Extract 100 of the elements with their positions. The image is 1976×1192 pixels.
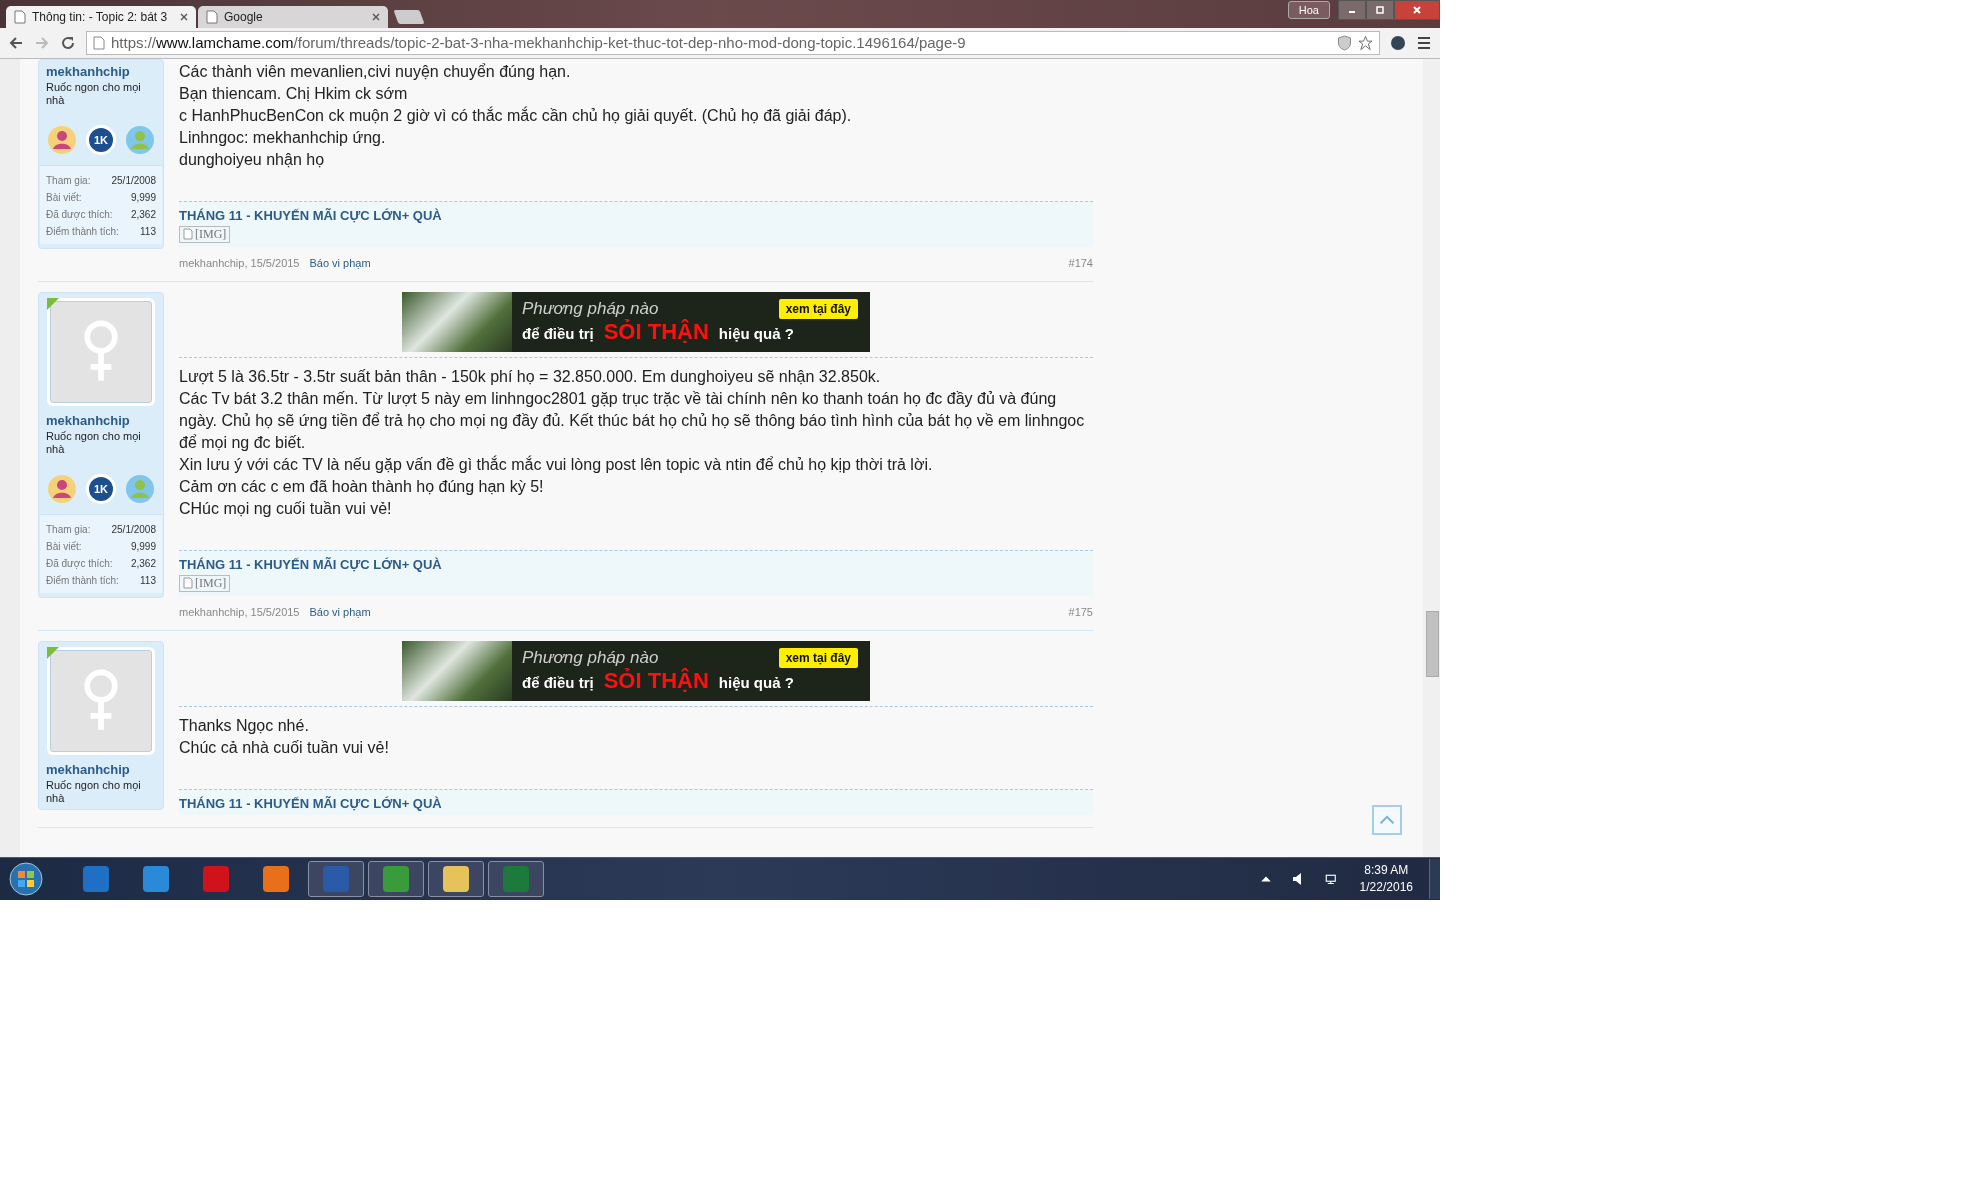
stat-value: 113 (140, 574, 156, 589)
app-icon (263, 866, 289, 892)
close-icon (1412, 5, 1422, 15)
post-author-date[interactable]: mekhanhchip, 15/5/2015 (179, 256, 300, 269)
broken-image-icon (183, 577, 193, 590)
message-text: Chúc cả nhà cuối tuần vui vẻ! (179, 737, 390, 758)
taskbar-clock[interactable]: 8:39 AM 1/22/2016 (1347, 862, 1425, 896)
page-icon (206, 9, 218, 24)
post-number-link[interactable]: #175 (1068, 605, 1093, 618)
browser-tab[interactable]: Thông tin: - Topic 2: bát 3 (6, 5, 196, 28)
taskbar-app-button[interactable] (308, 861, 364, 897)
app-icon (203, 866, 229, 892)
message-text: CHúc mọi ng cuối tuần vui vẻ! (179, 498, 393, 519)
chevron-up-icon (1379, 815, 1395, 826)
person-badge-icon (47, 125, 78, 156)
maximize-button[interactable] (1366, 0, 1394, 20)
username-link[interactable]: mekhanhchip (39, 757, 163, 777)
app-icon (503, 866, 529, 892)
close-button[interactable] (1394, 0, 1440, 20)
stat-label: Điểm thành tích: (46, 225, 119, 240)
taskbar-app-button[interactable] (488, 861, 544, 897)
page-icon (93, 35, 105, 50)
reload-icon[interactable] (60, 34, 76, 51)
stat-label: Đã được thích: (46, 557, 113, 572)
stat-label: Đã được thích: (46, 208, 113, 223)
network-icon[interactable] (1323, 872, 1336, 886)
stat-label: Bài viết: (46, 191, 82, 206)
app-icon (143, 866, 169, 892)
advert-text: hiệu quả ? (718, 673, 794, 691)
app-icon (323, 866, 349, 892)
browser-tab[interactable]: Google (198, 5, 388, 28)
advert-button[interactable]: xem tại đây (778, 298, 858, 319)
stat-value: 9,999 (130, 191, 156, 206)
speaker-icon[interactable] (1291, 872, 1304, 886)
advert-button[interactable]: xem tại đây (778, 647, 858, 668)
stat-label: Bài viết: (46, 540, 82, 555)
stat-value: 9,999 (130, 540, 156, 555)
post-author-date[interactable]: mekhanhchip, 15/5/2015 (179, 605, 300, 618)
report-link[interactable]: Báo vi phạm (309, 256, 371, 269)
advert-headline: SỎI THẬN (603, 667, 709, 694)
advert-text: để điều trị (522, 324, 594, 342)
message-text: Thanks Ngọc nhé. (179, 715, 310, 736)
stat-value: 25/1/2008 (111, 523, 156, 538)
profile-button[interactable]: Hoa (1287, 1, 1330, 19)
stat-value: 2,362 (130, 208, 156, 223)
person-badge-icon (124, 125, 155, 156)
advert-text: Phương pháp nào (522, 647, 659, 668)
count-badge: 1K (86, 125, 116, 156)
user-title: Ruốc ngon cho mọi nhà (45, 79, 142, 108)
advert-text: Phương pháp nào (522, 298, 659, 319)
online-corner-icon (47, 297, 59, 310)
person-badge-icon (124, 474, 155, 505)
user-title: Ruốc ngon cho mọi nhà (45, 428, 142, 457)
signature-link[interactable]: THÁNG 11 - KHUYẾN MÃI CỰC LỚN+ QUÀ (179, 207, 1093, 223)
stat-label: Tham gia: (46, 174, 91, 189)
user-title: Ruốc ngon cho mọi nhà (45, 777, 142, 806)
menu-icon[interactable] (1416, 34, 1432, 51)
advert-text: để điều trị (522, 673, 594, 691)
username-link[interactable]: mekhanhchip (39, 59, 163, 79)
scrollbar[interactable] (1423, 58, 1440, 858)
stat-value: 2,362 (130, 557, 156, 572)
message-text: Các Tv bát 3.2 thân mến. Từ lượt 5 này em linhngoc2801 gặp trục trặc về tài chính nên ko thanh toán họ đc đầy đủ và đúng ngày. Chủ họ sẽ ứng tiền để trả họ cho mọi ng đầy đủ. Kết thúc bát họ chủ họ sẽ thông báo tình hình của bát họ về em linhngoc để mọi ng đc biết. (179, 388, 1086, 453)
advert-banner[interactable]: Phương pháp nào xem tại đây để điều trị SỎI THẬN hiệu quả ? (402, 291, 870, 352)
start-button[interactable] (8, 861, 44, 897)
message-text: Bạn thiencam. Chị Hkim ck sớm (179, 83, 409, 104)
message-text: dunghoiyeu nhận họ (179, 149, 326, 170)
message-text: Linhngoc: mekhanhchip ứng. (179, 127, 387, 148)
back-arrow-icon[interactable] (8, 34, 24, 51)
message-text: Lượt 5 là 36.5tr - 3.5tr suất bản thân - 150k phí họ = 32.850.000. Em dunghoiyeu sẽ nhận 32.850k. (179, 366, 882, 387)
advert-text: hiệu quả ? (718, 324, 794, 342)
close-icon[interactable] (180, 12, 188, 21)
app-icon (383, 866, 409, 892)
stat-value: 113 (140, 225, 156, 240)
close-icon[interactable] (372, 12, 380, 21)
stat-value: 25/1/2008 (111, 174, 156, 189)
image-alt-text: [IMG] (195, 226, 227, 242)
report-link[interactable]: Báo vi phạm (309, 605, 371, 618)
scrollbar-thumb[interactable] (1426, 610, 1439, 677)
online-corner-icon (47, 646, 59, 659)
address-bar[interactable]: https://www.lamchame.com/forum/threads/topic-2-bat-3-nha-mekhanhchip-ket-thuc-tot-dep-nho-mod-dong-topic.1496164/page-9 (86, 30, 1380, 55)
taskbar-app-button[interactable] (428, 861, 484, 897)
post-number-link[interactable]: #174 (1068, 256, 1093, 269)
message-text: Cảm ơn các c em đã hoàn thành họ đúng hạn kỳ 5! (179, 476, 545, 497)
message-text: Các thành viên mevanlien,civi nuyện chuyển đúng hạn. (179, 61, 572, 82)
signature-link[interactable]: THÁNG 11 - KHUYẾN MÃI CỰC LỚN+ QUÀ (179, 795, 1093, 811)
message-text: c HanhPhucBenCon ck muộn 2 giờ vì có thắc mắc cần chủ họ giải quyết. (Chủ họ đã giải đáp). (179, 105, 853, 126)
taskbar-app-button[interactable] (368, 861, 424, 897)
stat-label: Tham gia: (46, 523, 91, 538)
extension-icon[interactable] (1390, 34, 1406, 51)
username-link[interactable]: mekhanhchip (39, 408, 163, 428)
shield-icon[interactable] (1337, 34, 1352, 51)
advert-banner[interactable]: Phương pháp nào xem tại đây để điều trị SỎI THẬN hiệu quả ? (402, 640, 870, 701)
signature-link[interactable]: THÁNG 11 - KHUYẾN MÃI CỰC LỚN+ QUÀ (179, 556, 1093, 572)
app-icon (83, 866, 109, 892)
restore-icon (1375, 5, 1385, 15)
new-tab-button[interactable] (393, 9, 425, 24)
minimize-button[interactable] (1338, 0, 1366, 20)
image-alt-text: [IMG] (195, 575, 227, 591)
broken-image-icon (183, 228, 193, 241)
star-icon[interactable] (1358, 34, 1373, 51)
